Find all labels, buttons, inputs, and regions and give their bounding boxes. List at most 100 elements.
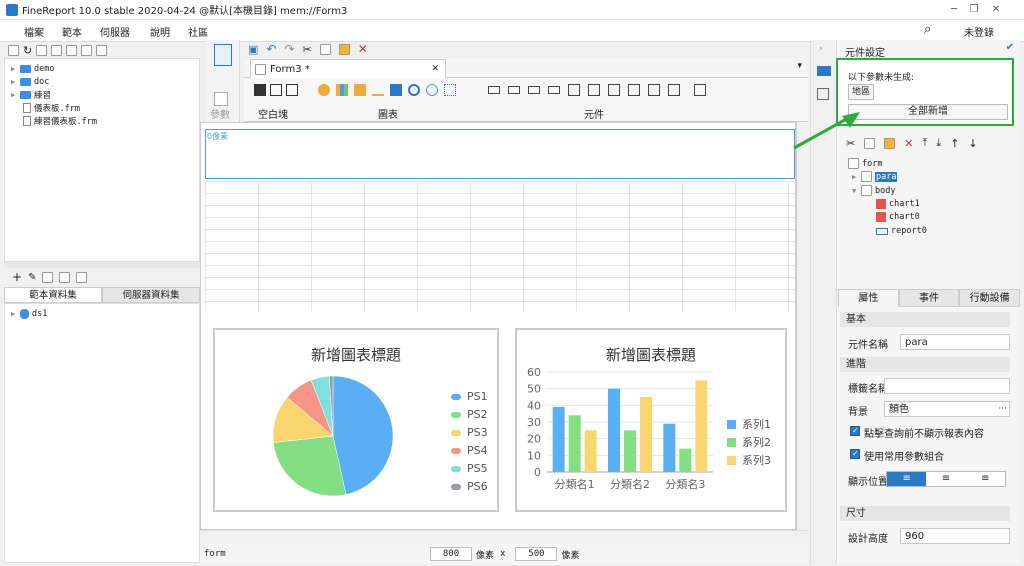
tree-node-chart0[interactable]: chart0 — [876, 212, 920, 222]
save-icon[interactable]: ▣ — [248, 43, 258, 56]
widget-name-input[interactable]: para — [900, 334, 1010, 350]
cut-icon[interactable]: ✂ — [303, 43, 312, 56]
param-area[interactable]: 0像素 — [205, 129, 795, 179]
lock-icon[interactable] — [51, 44, 63, 56]
open-icon[interactable] — [36, 44, 48, 56]
menu-template[interactable]: 範本 — [62, 24, 82, 39]
expand-arrow-icon[interactable]: ▶ — [11, 65, 17, 73]
date-widget-icon[interactable] — [548, 86, 560, 94]
layout-icon[interactable] — [817, 88, 829, 100]
expand-arrow-icon[interactable]: ▶ — [11, 91, 17, 99]
chart1-pie[interactable]: 新增圖表標題 PS1 PS2 PS3 PS4 PS5 PS6 — [213, 328, 499, 512]
menu-help[interactable]: 說明 — [150, 24, 170, 39]
template-icon[interactable] — [214, 44, 232, 66]
widget-settings-icon[interactable] — [817, 66, 831, 76]
tab-mobile[interactable]: 行動設備 — [959, 289, 1021, 307]
section-advanced[interactable]: 進階 — [840, 357, 1010, 372]
close-tab-icon[interactable]: ✕ — [431, 64, 439, 74]
copy-icon[interactable] — [319, 43, 331, 55]
legend-item-PS2[interactable]: PS2 — [451, 408, 488, 421]
undo-icon[interactable]: ↶ — [266, 42, 276, 56]
param-icon[interactable] — [214, 92, 228, 106]
move-bottom-icon[interactable]: ⤓ — [936, 136, 941, 150]
delete-icon[interactable]: ✕ — [358, 42, 368, 56]
paste-icon[interactable] — [338, 43, 350, 55]
tree-node-body[interactable]: ▼ body — [852, 185, 895, 196]
align-center-icon[interactable]: ≡ — [926, 472, 966, 486]
design-height-input[interactable]: 960 — [900, 528, 1010, 544]
number-widget-icon[interactable] — [508, 86, 520, 94]
server-dataset-icon[interactable] — [76, 271, 88, 283]
tree-item-practice-dashboard[interactable]: 練習儀表板.frm — [23, 114, 97, 127]
expand-arrow-icon[interactable]: ▶ — [11, 78, 17, 86]
refresh-icon[interactable]: ↻ — [23, 44, 32, 57]
paste-icon[interactable] — [884, 137, 896, 149]
tree-node-chart1[interactable]: chart1 — [876, 199, 920, 209]
label-widget-icon[interactable] — [588, 84, 600, 96]
canvas-height-input[interactable]: 500 — [515, 547, 558, 561]
copy-icon[interactable] — [96, 44, 108, 56]
tab-layout-icon[interactable] — [286, 84, 298, 96]
gauge-icon[interactable] — [408, 84, 420, 96]
tree-node-form[interactable]: form — [848, 158, 882, 169]
tab-events[interactable]: 事件 — [898, 289, 960, 307]
align-right-icon[interactable]: ≡ — [965, 472, 1005, 486]
legend-item-系列2[interactable]: 系列2 — [727, 434, 771, 450]
bar-chart-icon[interactable] — [336, 84, 348, 96]
hide-before-query-checkbox[interactable] — [850, 426, 860, 436]
close-window-button[interactable]: ✕ — [988, 2, 1004, 17]
delete-dataset-icon[interactable] — [42, 271, 54, 283]
rename-icon[interactable] — [66, 44, 78, 56]
tree-node-report0[interactable]: report0 — [876, 226, 927, 236]
tree-item-demo[interactable]: ▶ demo — [11, 62, 54, 75]
move-top-icon[interactable]: ⤒ — [922, 136, 927, 150]
scatter-icon[interactable] — [444, 84, 456, 96]
menu-file[interactable]: 檔案 — [24, 24, 44, 39]
collapse-arrow-icon[interactable]: ▼ — [852, 187, 858, 195]
legend-item-系列3[interactable]: 系列3 — [727, 452, 771, 468]
background-input[interactable]: 顏色 ··· — [884, 401, 1010, 417]
list-widget-icon[interactable] — [648, 84, 660, 96]
textbox-widget-icon[interactable] — [488, 86, 500, 94]
more-widgets-icon[interactable] — [694, 84, 706, 96]
param-chip-region[interactable]: 地區 — [848, 84, 874, 100]
copy-icon[interactable] — [864, 137, 876, 149]
menu-server[interactable]: 伺服器 — [100, 24, 130, 39]
horizontal-bar-icon[interactable] — [354, 84, 366, 96]
tree-node-para[interactable]: ▶ para — [852, 171, 898, 182]
canvas-width-input[interactable]: 800 — [430, 547, 472, 561]
combo-widget-icon[interactable] — [528, 86, 540, 94]
tree-item-doc[interactable]: ▶ doc — [11, 75, 49, 88]
legend-item-PS5[interactable]: PS5 — [451, 462, 488, 475]
move-down-icon[interactable]: ↓ — [968, 137, 977, 150]
tab-server-datasets[interactable]: 伺服器資料集 — [102, 287, 200, 303]
tree-widget-icon[interactable] — [668, 84, 680, 96]
blank-block-icon[interactable] — [254, 84, 266, 96]
legend-item-PS3[interactable]: PS3 — [451, 426, 488, 439]
chart0-bar[interactable]: 新增圖表標題 0 10 20 30 40 50 60 分類名1 分類名2 分類名3 系列1 系列2 系… — [515, 328, 787, 512]
legend-item-PS4[interactable]: PS4 — [451, 444, 488, 457]
edit-icon[interactable]: ✎ — [28, 272, 36, 283]
tree-item-practice[interactable]: ▶ 練習 — [11, 88, 51, 101]
dataset-item[interactable]: ▶ ds1 — [11, 307, 47, 320]
tag-name-input[interactable] — [884, 378, 1010, 394]
menu-community[interactable]: 社區 — [188, 24, 208, 39]
cut-icon[interactable]: ✂ — [846, 137, 855, 150]
area-chart-icon[interactable] — [390, 84, 402, 96]
search-icon[interactable]: ⌕ — [924, 22, 931, 37]
pin-icon[interactable]: ✔ — [1006, 42, 1014, 53]
line-chart-icon[interactable] — [372, 84, 384, 96]
button-widget-icon[interactable] — [568, 84, 580, 96]
radio-widget-icon[interactable] — [628, 84, 640, 96]
preview-icon[interactable] — [59, 271, 71, 283]
restore-button[interactable]: ❐ — [966, 2, 982, 17]
move-up-icon[interactable]: ↑ — [950, 137, 959, 150]
legend-item-系列1[interactable]: 系列1 — [727, 416, 771, 432]
expand-arrow-icon[interactable]: ▶ — [852, 173, 858, 181]
minimize-button[interactable]: ─ — [946, 2, 962, 17]
redo-icon[interactable]: ↷ — [284, 42, 294, 56]
delete-icon[interactable]: ✕ — [904, 137, 913, 150]
legend-item-PS6[interactable]: PS6 — [451, 480, 488, 493]
expand-arrow-icon[interactable]: ▶ — [11, 310, 17, 318]
add-dataset-icon[interactable]: + — [12, 270, 22, 284]
